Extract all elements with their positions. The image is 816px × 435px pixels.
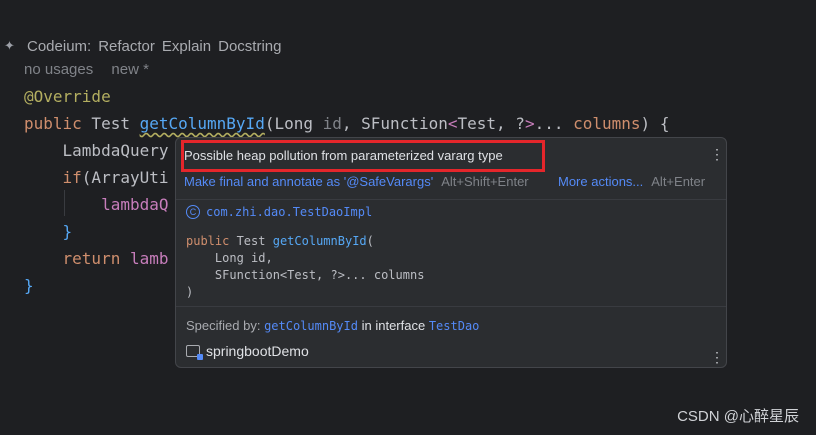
code-line-7-rest: lamb xyxy=(120,249,169,268)
more-actions-row: More actions... Alt+Enter xyxy=(558,174,705,189)
sig-keyword: public xyxy=(186,234,230,248)
code-line-8[interactable]: } xyxy=(24,276,34,296)
sig-open: ( xyxy=(366,234,374,248)
fix-shortcut: Alt+Shift+Enter xyxy=(441,174,529,189)
more-options-icon-bottom[interactable]: ⋮ xyxy=(710,350,724,364)
param-id: id xyxy=(322,114,342,133)
class-icon: C xyxy=(186,205,200,219)
sig-param-2: SFunction<Test, ?>... columns xyxy=(186,268,425,282)
project-name: springbootDemo xyxy=(206,343,309,359)
generic-type: Test, xyxy=(457,114,516,133)
watermark: CSDN @心醉星辰 xyxy=(677,408,799,425)
method-name[interactable]: getColumnById xyxy=(140,114,265,133)
param-sfunction: , SFunction xyxy=(341,114,448,133)
no-usages-label[interactable]: no usages xyxy=(24,61,93,78)
project-row: springbootDemo xyxy=(186,343,309,360)
generic-close: > xyxy=(524,114,535,133)
keyword-if: if xyxy=(24,168,82,187)
more-actions-shortcut: Alt+Enter xyxy=(651,174,706,189)
sig-param-1: Long id, xyxy=(186,251,273,265)
sig-method: getColumnById xyxy=(272,234,367,248)
keyword-public: public xyxy=(24,114,82,133)
codeium-label: Codeium: xyxy=(27,37,92,55)
specified-by-row: Specified by: getColumnById in interface… xyxy=(186,318,479,333)
code-line-6[interactable]: } xyxy=(24,222,73,242)
more-options-icon[interactable]: ⋮ xyxy=(710,147,724,161)
sparkle-icon: ✦ xyxy=(4,38,15,53)
param-columns: columns xyxy=(573,114,641,133)
code-line-7[interactable]: return lamb xyxy=(24,249,169,269)
code-line-5[interactable]: lambdaQ xyxy=(24,195,168,215)
param-open: (Long xyxy=(264,114,323,133)
code-line-4-rest: (ArrayUti xyxy=(81,168,169,187)
return-type: Test xyxy=(81,114,140,133)
codeium-explain-link[interactable]: Explain xyxy=(162,38,211,55)
codeium-lens: ✦ Codeium: Refactor Explain Docstring xyxy=(4,35,288,57)
specified-method-link[interactable]: getColumnById xyxy=(264,319,358,333)
code-line-annotation[interactable]: @Override xyxy=(24,87,111,107)
code-line-method-signature[interactable]: public Test getColumnById(Long id, SFunc… xyxy=(24,114,669,134)
generic-open: < xyxy=(447,114,458,133)
interface-link[interactable]: TestDao xyxy=(429,319,480,333)
indent-guide xyxy=(64,190,65,216)
class-name-link[interactable]: com.zhi.dao.TestDaoImpl xyxy=(206,205,372,219)
new-author-label[interactable]: new * xyxy=(111,61,149,78)
vararg-dots: ... xyxy=(534,114,574,133)
method-signature-doc: public Test getColumnById( Long id, SFun… xyxy=(186,233,424,301)
more-actions-link[interactable]: More actions... xyxy=(558,174,643,189)
usages-hint: no usages new * xyxy=(24,61,163,78)
generic-wildcard: ? xyxy=(515,114,525,133)
module-folder-icon xyxy=(186,345,203,360)
quick-fix-row: Make final and annotate as '@SafeVarargs… xyxy=(184,174,529,189)
safe-varargs-fix-link[interactable]: Make final and annotate as '@SafeVarargs… xyxy=(184,174,433,189)
in-interface-label: in interface xyxy=(361,318,426,333)
specified-by-label: Specified by: xyxy=(186,318,261,333)
codeium-refactor-link[interactable]: Refactor xyxy=(98,38,155,55)
sig-type: Test xyxy=(229,234,273,248)
inspection-popup[interactable]: Possible heap pollution from parameteriz… xyxy=(175,137,727,368)
param-close: ) { xyxy=(640,114,670,133)
popup-divider xyxy=(176,199,726,200)
code-line-3[interactable]: LambdaQuery xyxy=(24,141,169,161)
codeium-docstring-link[interactable]: Docstring xyxy=(218,38,281,55)
keyword-return: return xyxy=(24,249,121,268)
popup-divider-2 xyxy=(176,306,726,307)
sig-close: ) xyxy=(186,285,194,299)
class-row[interactable]: C com.zhi.dao.TestDaoImpl xyxy=(186,205,372,219)
warning-message: Possible heap pollution from parameteriz… xyxy=(184,148,503,163)
code-line-4[interactable]: if(ArrayUti xyxy=(24,168,169,188)
